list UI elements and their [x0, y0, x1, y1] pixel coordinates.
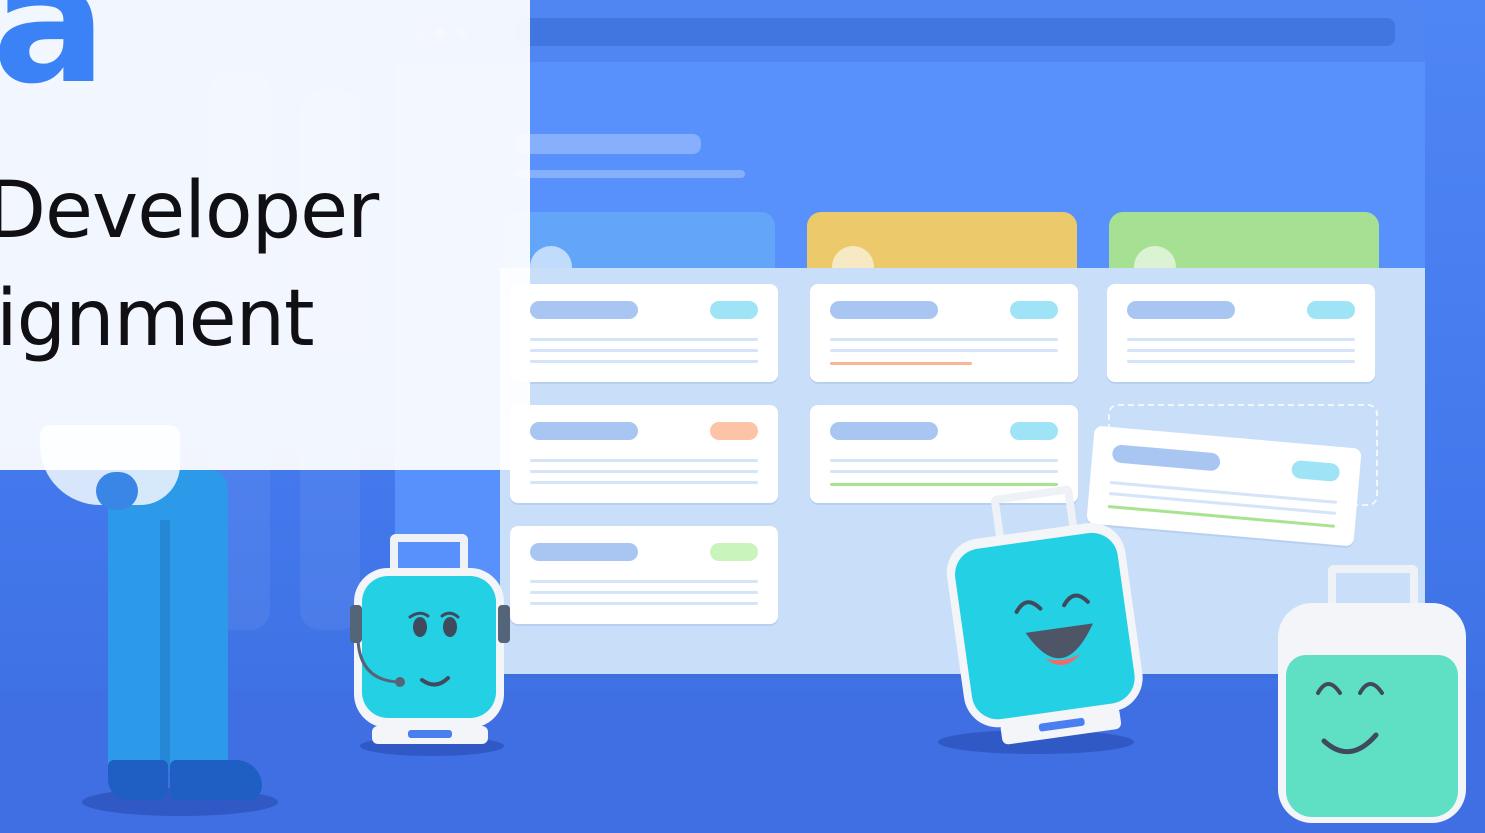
card-title-placeholder: [830, 422, 938, 440]
kanban-card[interactable]: [510, 526, 778, 624]
card-title-placeholder: [830, 301, 938, 319]
card-title-placeholder: [530, 543, 638, 561]
robot-base: [372, 726, 488, 744]
card-progress-line: [830, 483, 1058, 486]
card-tag: [710, 543, 758, 561]
kanban-card[interactable]: [510, 405, 778, 503]
robot-base-stripe: [1038, 717, 1086, 732]
title-line-1: Developer: [0, 166, 379, 256]
window-titlebar: [395, 2, 1425, 62]
headset-robot-icon: [350, 530, 510, 750]
person-leg-gap: [160, 520, 170, 770]
card-title-placeholder: [530, 422, 638, 440]
card-text-line: [830, 459, 1058, 462]
window-address-bar: [515, 18, 1395, 46]
card-tag: [1290, 459, 1341, 482]
card-tag: [710, 301, 758, 319]
card-text-line: [530, 602, 758, 605]
person-shoe-left: [108, 760, 168, 800]
card-text-line: [530, 580, 758, 583]
card-text-line: [530, 338, 758, 341]
card-text-line: [830, 338, 1058, 341]
card-tag: [1307, 301, 1355, 319]
kanban-card[interactable]: [1107, 284, 1375, 382]
card-progress-line: [830, 362, 972, 365]
smiling-robot-icon: [1274, 565, 1470, 833]
page-heading-placeholder: [515, 134, 701, 154]
robot-base-stripe: [408, 730, 452, 738]
brand-logo: a: [0, 0, 107, 122]
card-text-line: [1108, 492, 1337, 515]
hero-illustration: a Developer ignment: [0, 0, 1485, 833]
card-text-line: [1109, 481, 1338, 504]
card-text-line: [530, 591, 758, 594]
kanban-card[interactable]: [810, 405, 1078, 503]
person-shoe-right: [170, 760, 262, 800]
robot-face-features: [356, 611, 460, 687]
card-text-line: [1127, 360, 1355, 363]
card-title-placeholder: [530, 301, 638, 319]
card-text-line: [530, 360, 758, 363]
card-text-line: [530, 481, 758, 484]
card-text-line: [530, 470, 758, 473]
robot-face-features: [1316, 682, 1384, 755]
card-text-line: [830, 349, 1058, 352]
card-text-line: [830, 470, 1058, 473]
card-tag: [1010, 422, 1058, 440]
page-subheading-placeholder: [515, 170, 745, 178]
card-text-line: [530, 349, 758, 352]
card-title-placeholder: [1111, 444, 1221, 472]
laughing-robot-icon: [933, 478, 1157, 762]
title-line-2: ignment: [0, 274, 315, 364]
card-tag: [1010, 301, 1058, 319]
card-text-line: [530, 459, 758, 462]
card-title-placeholder: [1127, 301, 1235, 319]
title-panel: a Developer ignment: [0, 0, 530, 470]
person-hand: [96, 472, 138, 510]
kanban-card[interactable]: [810, 284, 1078, 382]
card-text-line: [1127, 338, 1355, 341]
card-tag: [710, 422, 758, 440]
kanban-card[interactable]: [510, 284, 778, 382]
card-text-line: [1127, 349, 1355, 352]
